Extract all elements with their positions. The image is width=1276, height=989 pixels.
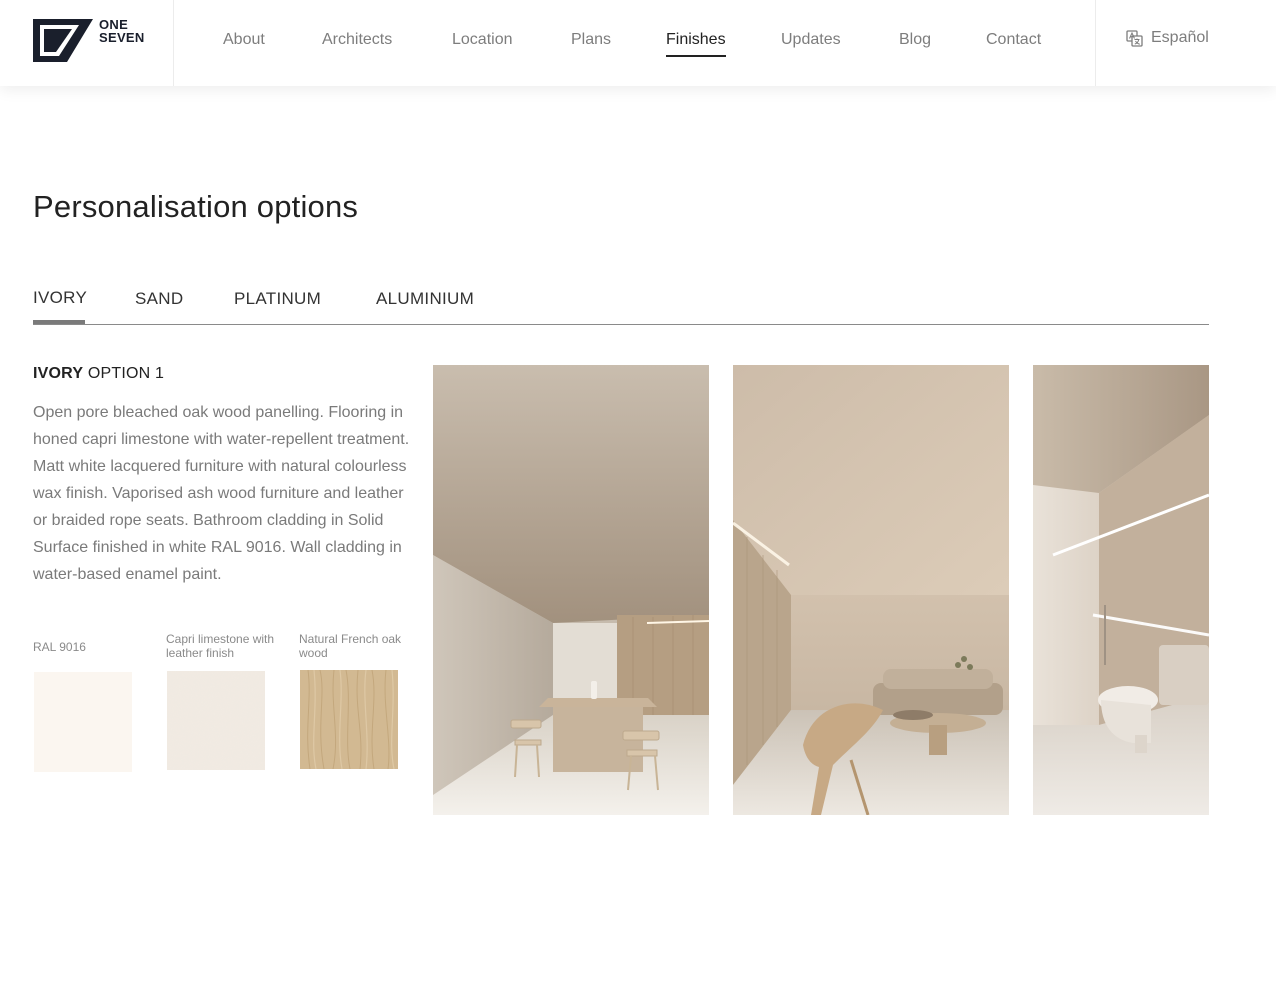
nav-updates[interactable]: Updates — [781, 31, 841, 49]
tab-aluminium[interactable]: ALUMINIUM — [376, 289, 474, 309]
option-description: Open pore bleached oak wood panelling. F… — [33, 404, 410, 583]
swatch-label-ral: RAL 9016 — [33, 640, 86, 654]
tab-platinum[interactable]: PLATINUM — [234, 289, 321, 309]
translate-icon — [1126, 29, 1143, 47]
language-switcher: Español — [1095, 0, 1276, 86]
swatch-capri-limestone — [167, 671, 265, 770]
language-button[interactable]: Español — [1126, 29, 1209, 47]
logo[interactable]: ONE SEVEN — [0, 0, 174, 86]
nav-about[interactable]: About — [223, 31, 265, 49]
tab-sand[interactable]: SAND — [135, 289, 183, 309]
finish-tabs: IVORY SAND PLATINUM ALUMINIUM — [33, 280, 1209, 325]
option-heading: IVORY OPTION 1 — [33, 365, 164, 383]
nav-contact[interactable]: Contact — [986, 31, 1041, 49]
swatch-label-oak: Natural French oak wood — [299, 632, 402, 660]
option-heading-rest: OPTION 1 — [83, 365, 165, 382]
language-label: Español — [1151, 29, 1209, 46]
option-heading-bold: IVORY — [33, 365, 84, 382]
swatch-label-limestone: Capri limestone with leather finish — [166, 632, 275, 660]
main-nav: About Architects Location Plans Finishes… — [173, 0, 1095, 86]
nav-location[interactable]: Location — [452, 31, 513, 49]
bathroom-photo — [1033, 365, 1209, 815]
swatch-ral-9016 — [34, 672, 132, 772]
active-tab-indicator — [33, 320, 85, 324]
nav-plans[interactable]: Plans — [571, 31, 611, 49]
nav-blog[interactable]: Blog — [899, 31, 931, 49]
site-header: ONE SEVEN About Architects Location Plan… — [0, 0, 1276, 86]
page-title: Personalisation options — [33, 189, 359, 224]
logo-mark-icon — [33, 19, 93, 62]
tab-ivory[interactable]: IVORY — [33, 288, 87, 308]
swatch-french-oak — [300, 670, 398, 769]
dining-room-photo — [433, 365, 709, 815]
nav-architects[interactable]: Architects — [322, 31, 392, 49]
nav-finishes[interactable]: Finishes — [666, 31, 726, 57]
logo-text: ONE SEVEN — [99, 17, 145, 45]
living-room-photo — [733, 365, 1009, 815]
